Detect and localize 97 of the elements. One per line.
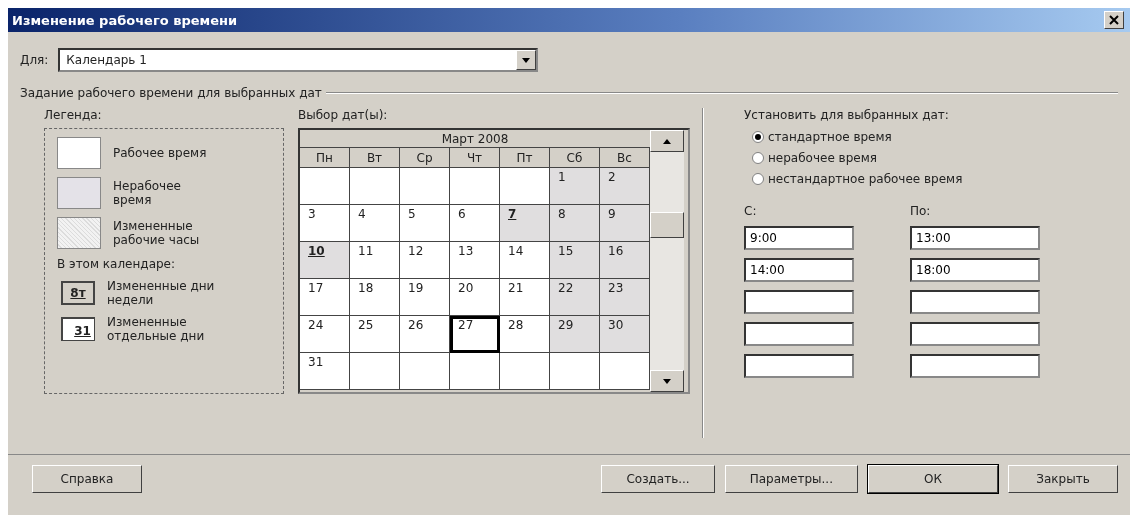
calendar-day[interactable]: 2 xyxy=(600,168,650,205)
dialog-button[interactable]: Создать... xyxy=(601,465,715,493)
calendar-day[interactable] xyxy=(500,168,550,205)
dialog-button[interactable]: Справка xyxy=(32,465,142,493)
radio-icon[interactable] xyxy=(752,131,764,143)
time-field[interactable] xyxy=(910,290,1040,314)
from-label: С: xyxy=(744,204,758,218)
calendar-day[interactable]: 11 xyxy=(350,242,400,279)
calendar-day[interactable]: 31 xyxy=(300,353,350,390)
legend-sample: 8т xyxy=(61,281,95,305)
field-label: Для: xyxy=(20,53,49,67)
calendar-day[interactable] xyxy=(600,353,650,390)
legend-label: Нерабочее время xyxy=(113,179,182,207)
calendar-day[interactable]: 20 xyxy=(450,279,500,316)
calendar-day[interactable] xyxy=(450,168,500,205)
radio-icon[interactable] xyxy=(752,152,764,164)
calendar-day[interactable]: 6 xyxy=(450,205,500,242)
calendar-day[interactable] xyxy=(400,168,450,205)
calendar-day[interactable]: 7 xyxy=(500,205,550,242)
weekday-header: Пт xyxy=(500,148,550,168)
window-title: Изменение рабочего времени xyxy=(12,12,238,28)
calendar-day[interactable] xyxy=(500,353,550,390)
weekday-header: Чт xyxy=(450,148,500,168)
legend-title: Легенда: xyxy=(44,108,103,122)
legend-label: Измененные рабочие часы xyxy=(113,219,201,247)
calendar-day[interactable] xyxy=(450,353,500,390)
legend-swatch xyxy=(57,177,101,209)
time-field[interactable] xyxy=(910,322,1040,346)
weekday-header: Ср xyxy=(400,148,450,168)
calendar-day[interactable]: 10 xyxy=(300,242,350,279)
dialog-button[interactable]: ОК xyxy=(868,465,998,493)
radio-option[interactable]: нерабочее время xyxy=(752,151,1040,165)
time-field[interactable] xyxy=(744,322,854,346)
time-field[interactable] xyxy=(910,354,1040,378)
calendar-day[interactable]: 28 xyxy=(500,316,550,353)
calendar-day[interactable]: 9 xyxy=(600,205,650,242)
legend-label: Измененные дни недели xyxy=(107,279,216,307)
calendar-dropdown[interactable]: Календарь 1 xyxy=(58,48,539,72)
section-title: Установить для выбранных дат: xyxy=(744,108,950,122)
calendar-day[interactable]: 12 xyxy=(400,242,450,279)
calendar-day[interactable] xyxy=(350,168,400,205)
calendar-day[interactable]: 14 xyxy=(500,242,550,279)
calendar-day[interactable]: 24 xyxy=(300,316,350,353)
dialog-button[interactable]: Закрыть xyxy=(1008,465,1118,493)
calendar-day[interactable]: 29 xyxy=(550,316,600,353)
calendar-label: Выбор дат(ы): xyxy=(298,108,389,122)
time-field[interactable] xyxy=(744,290,854,314)
calendar-day[interactable]: 8 xyxy=(550,205,600,242)
legend-label: Измененные отдельные дни xyxy=(107,315,206,343)
dialog-button[interactable]: Параметры... xyxy=(724,465,858,493)
calendar-day[interactable]: 18 xyxy=(350,279,400,316)
radio-icon[interactable] xyxy=(752,173,764,185)
calendar-day[interactable]: 23 xyxy=(600,279,650,316)
legend-subtitle: В этом календаре: xyxy=(57,257,177,271)
calendar-day[interactable]: 13 xyxy=(450,242,500,279)
calendar-day[interactable]: 27 xyxy=(450,316,500,353)
calendar-day[interactable]: 4 xyxy=(350,205,400,242)
time-field[interactable] xyxy=(744,354,854,378)
time-field[interactable]: 18:00 xyxy=(910,258,1040,282)
legend-sample: 31 xyxy=(61,317,95,341)
radio-option[interactable]: нестандартное рабочее время xyxy=(752,172,1040,186)
time-field[interactable]: 13:00 xyxy=(910,226,1040,250)
calendar-day[interactable]: 1 xyxy=(550,168,600,205)
calendar-day[interactable] xyxy=(400,353,450,390)
weekday-header: Вс xyxy=(600,148,650,168)
time-field[interactable]: 9:00 xyxy=(744,226,854,250)
weekday-header: Вт xyxy=(350,148,400,168)
calendar-day[interactable]: 16 xyxy=(600,242,650,279)
calendar-day[interactable]: 5 xyxy=(400,205,450,242)
calendar-day[interactable]: 3 xyxy=(300,205,350,242)
calendar-day[interactable]: 21 xyxy=(500,279,550,316)
calendar-day[interactable]: 15 xyxy=(550,242,600,279)
scrollbar[interactable] xyxy=(650,130,684,392)
close-icon xyxy=(1109,15,1119,25)
scroll-thumb[interactable] xyxy=(650,212,684,238)
close-button[interactable] xyxy=(1104,11,1124,29)
calendar-day[interactable]: 25 xyxy=(350,316,400,353)
group-title: Задание рабочего времени для выбранных дат xyxy=(20,86,322,100)
down-arrow-icon xyxy=(663,378,671,384)
weekday-header: Сб xyxy=(550,148,600,168)
up-arrow-icon xyxy=(663,138,671,144)
weekday-header: Пн xyxy=(300,148,350,168)
caret-icon xyxy=(522,57,531,63)
legend-swatch xyxy=(57,137,101,169)
to-label: По: xyxy=(910,204,932,218)
calendar-day[interactable] xyxy=(350,353,400,390)
radio-option[interactable]: стандартное время xyxy=(752,130,1040,144)
calendar-day[interactable]: 19 xyxy=(400,279,450,316)
legend-swatch xyxy=(57,217,101,249)
calendar-day[interactable]: 17 xyxy=(300,279,350,316)
time-field[interactable]: 14:00 xyxy=(744,258,854,282)
legend-label: Рабочее время xyxy=(113,146,208,160)
calendar-day[interactable]: 30 xyxy=(600,316,650,353)
calendar-day[interactable]: 22 xyxy=(550,279,600,316)
calendar-day[interactable] xyxy=(550,353,600,390)
calendar-day[interactable] xyxy=(300,168,350,205)
calendar-day[interactable]: 26 xyxy=(400,316,450,353)
